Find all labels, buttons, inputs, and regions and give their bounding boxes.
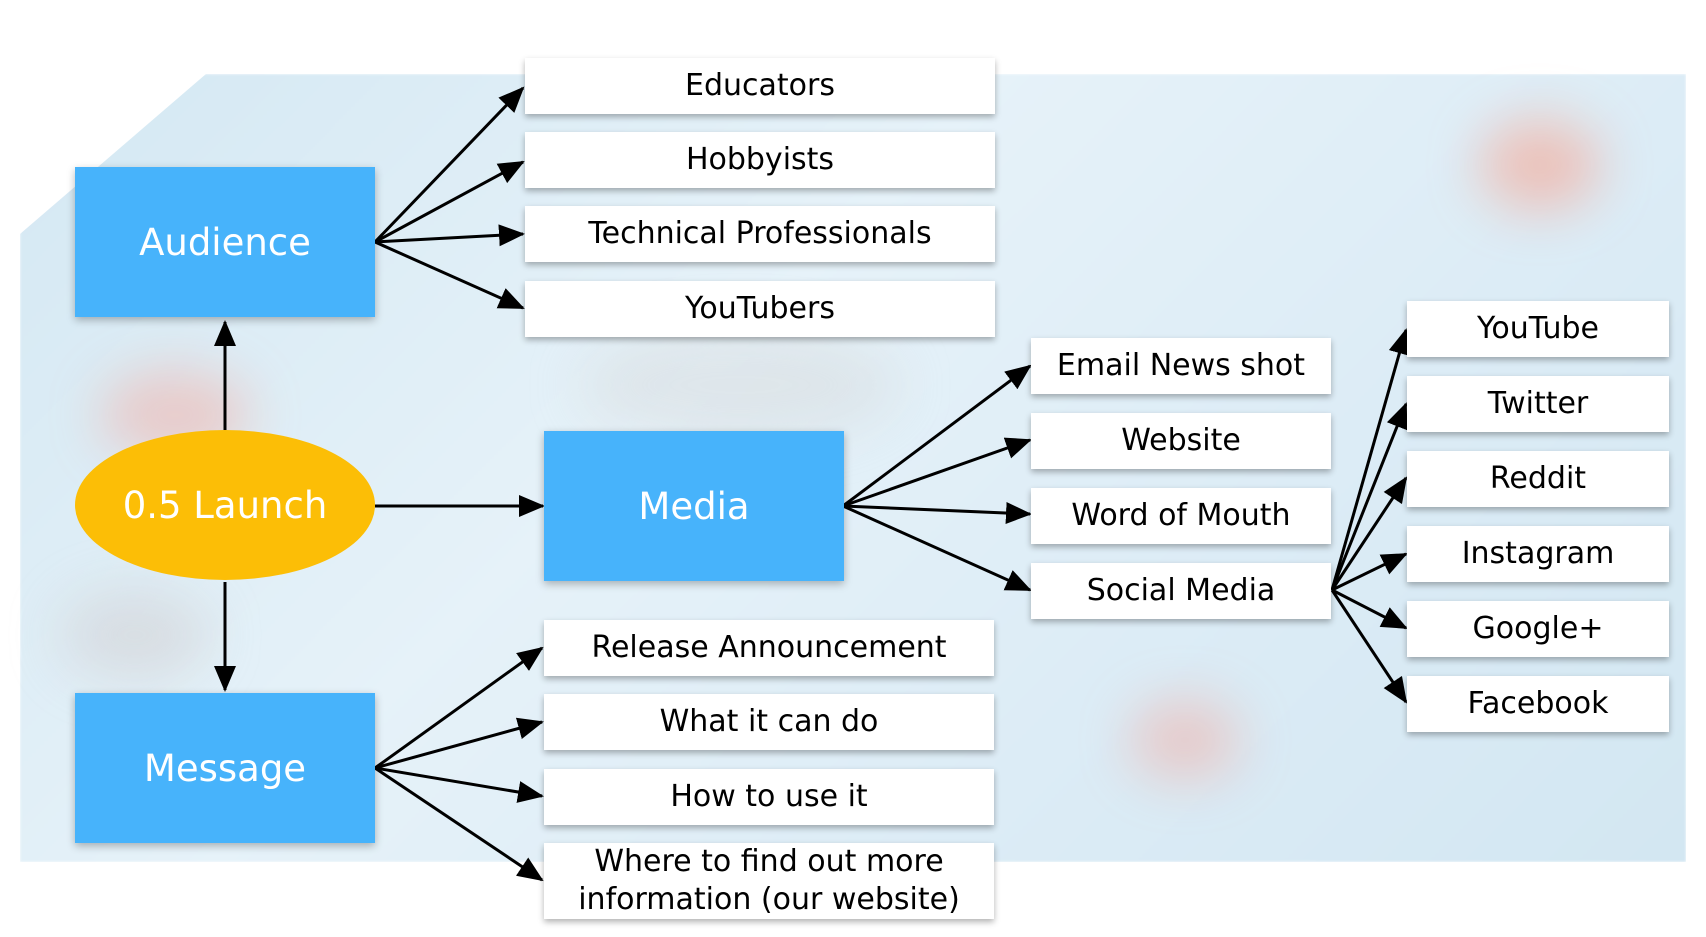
social-item-reddit: Reddit: [1407, 451, 1669, 507]
message-item-label: What it can do: [659, 704, 879, 739]
social-item-instagram: Instagram: [1407, 526, 1669, 582]
message-item-label: How to use it: [670, 779, 868, 814]
social-item-googleplus: Google+: [1407, 601, 1669, 657]
arrow-social-youtube: [1330, 328, 1411, 591]
launch-root-node: 0.5 Launch: [75, 430, 375, 580]
social-item-label: Facebook: [1467, 686, 1609, 721]
message-label: Message: [143, 746, 307, 790]
social-item-label: Reddit: [1489, 461, 1587, 496]
arrow-message-whatitcando: [374, 717, 544, 770]
social-item-label: YouTube: [1477, 311, 1599, 346]
arrow-social-facebook: [1330, 589, 1408, 704]
audience-node: Audience: [75, 167, 375, 317]
media-item-website: Website: [1031, 413, 1331, 469]
audience-item-label: Technical Professionals: [588, 216, 932, 251]
audience-item-educators: Educators: [525, 58, 995, 114]
message-item-how-to-use-it: How to use it: [544, 769, 994, 825]
audience-item-label: YouTubers: [685, 291, 835, 326]
media-item-label: Word of Mouth: [1071, 498, 1291, 533]
media-label: Media: [638, 484, 750, 528]
arrow-media-social: [842, 504, 1032, 592]
arrow-message-howtouse: [374, 766, 544, 803]
media-item-label: Website: [1121, 423, 1241, 458]
social-item-facebook: Facebook: [1407, 676, 1669, 732]
arrow-audience-youtubers: [374, 240, 525, 310]
social-item-label: Twitter: [1487, 386, 1589, 421]
arrow-media-wordofmouth: [842, 501, 1032, 524]
social-item-youtube: YouTube: [1407, 301, 1669, 357]
audience-label: Audience: [139, 220, 311, 264]
social-item-label: Instagram: [1461, 536, 1615, 571]
message-item-label: Where to find out more information (our …: [578, 844, 960, 917]
media-item-word-of-mouth: Word of Mouth: [1031, 488, 1331, 544]
arrow-message-release: [374, 646, 544, 770]
media-item-label: Email News shot: [1056, 348, 1306, 383]
arrow-audience-educators: [373, 86, 525, 244]
arrow-message-wheretofind: [374, 766, 544, 882]
audience-item-technical-professionals: Technical Professionals: [525, 206, 995, 262]
message-node: Message: [75, 693, 375, 843]
arrow-media-email: [842, 364, 1032, 508]
message-item-release-announcement: Release Announcement: [544, 620, 994, 676]
launch-root-label: 0.5 Launch: [122, 483, 328, 527]
media-node: Media: [544, 431, 844, 581]
media-item-label: Social Media: [1086, 573, 1276, 608]
audience-item-label: Educators: [685, 68, 835, 103]
social-item-label: Google+: [1472, 611, 1604, 646]
message-item-where-to-find-more: Where to find out more information (our …: [544, 843, 994, 919]
audience-item-label: Hobbyists: [685, 142, 835, 177]
social-item-twitter: Twitter: [1407, 376, 1669, 432]
audience-item-hobbyists: Hobbyists: [525, 132, 995, 188]
audience-item-youtubers: YouTubers: [525, 281, 995, 337]
media-item-email-news-shot: Email News shot: [1031, 338, 1331, 394]
message-item-what-it-can-do: What it can do: [544, 694, 994, 750]
arrow-audience-hobbyists: [374, 160, 525, 244]
media-item-social-media: Social Media: [1031, 563, 1331, 619]
arrow-media-website: [842, 437, 1032, 508]
arrow-audience-technical: [374, 224, 525, 247]
message-item-label: Release Announcement: [591, 630, 947, 665]
